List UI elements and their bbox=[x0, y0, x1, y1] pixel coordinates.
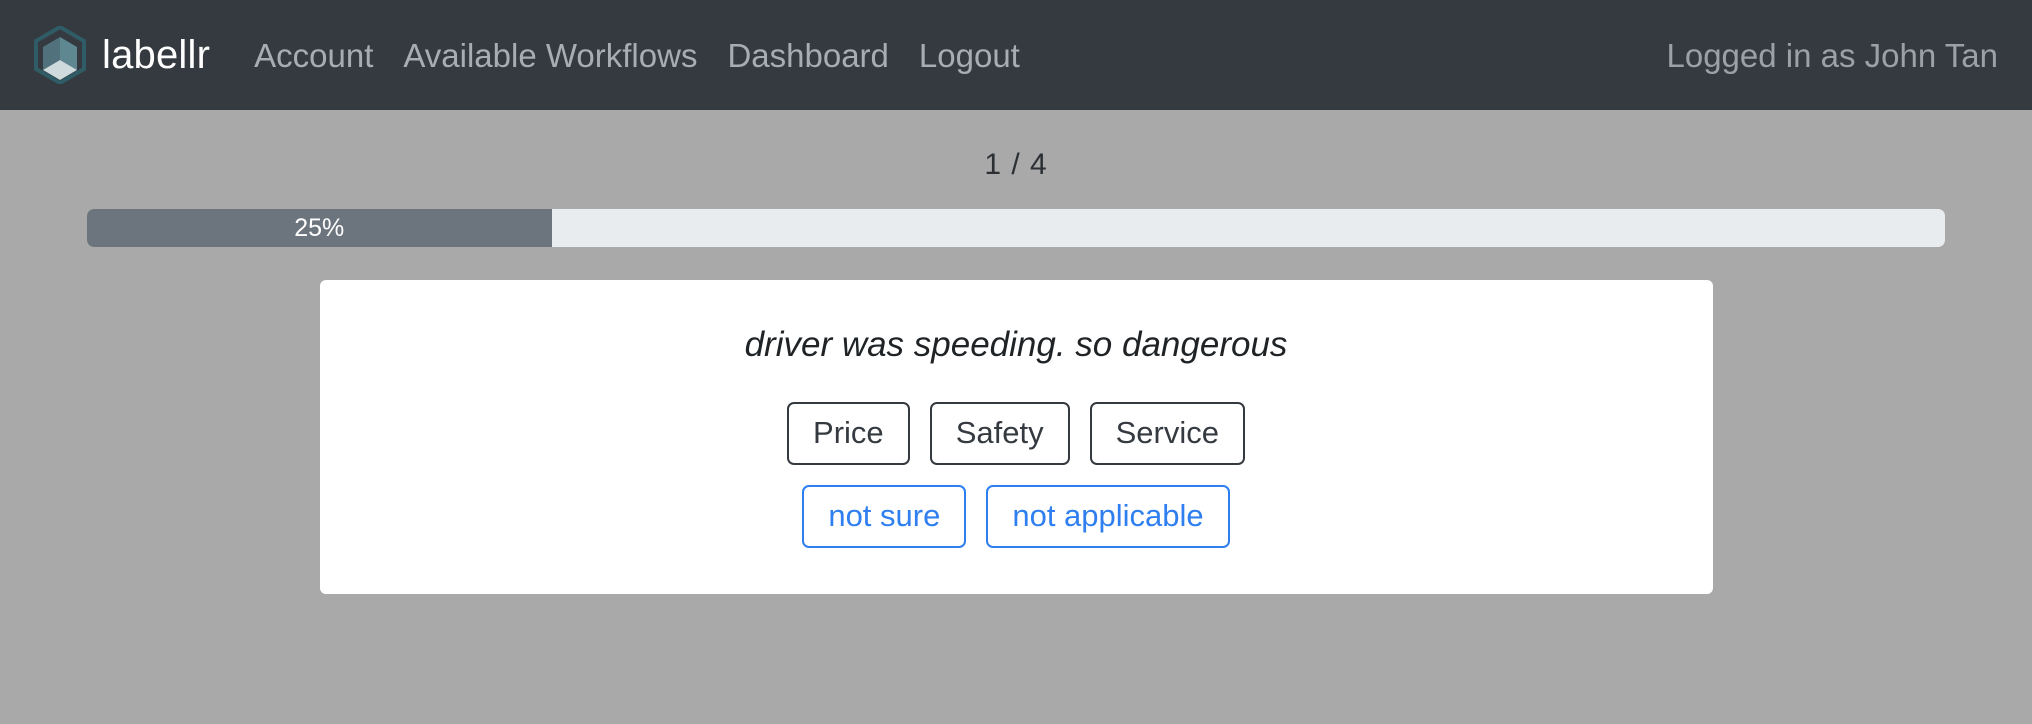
label-button-not-sure[interactable]: not sure bbox=[802, 485, 967, 548]
nav-item: Logout bbox=[919, 39, 1020, 72]
nav-link-available-workflows[interactable]: Available Workflows bbox=[403, 37, 697, 74]
label-button-not-applicable[interactable]: not applicable bbox=[986, 485, 1230, 548]
label-button-row: Price Safety Service bbox=[350, 402, 1683, 465]
nav-item: Dashboard bbox=[727, 39, 888, 72]
nav-link-dashboard[interactable]: Dashboard bbox=[727, 37, 888, 74]
logged-in-user-status: Logged in as John Tan bbox=[1666, 36, 1999, 74]
top-navbar: labellr Account Available Workflows Dash… bbox=[0, 0, 2032, 110]
nav-links: Account Available Workflows Dashboard Lo… bbox=[254, 39, 1020, 72]
navbar-right: Logged in as John Tan bbox=[1667, 39, 1999, 72]
brand-link[interactable]: labellr bbox=[34, 26, 210, 84]
nav-item: Available Workflows bbox=[403, 39, 697, 72]
label-button-price[interactable]: Price bbox=[787, 402, 910, 465]
progress-bar-track: 25% bbox=[87, 209, 1945, 247]
item-counter: 1 / 4 bbox=[984, 148, 1048, 181]
label-button-service[interactable]: Service bbox=[1089, 402, 1245, 465]
nav-item: Account bbox=[254, 39, 373, 72]
labelling-card: driver was speeding. so dangerous Price … bbox=[319, 280, 1713, 594]
question-text: driver was speeding. so dangerous bbox=[744, 325, 1288, 364]
main-content: 1 / 4 25% driver was speeding. so danger… bbox=[0, 110, 2032, 594]
fallback-button-row: not sure not applicable bbox=[350, 485, 1683, 548]
progress-bar-fill: 25% bbox=[87, 209, 552, 247]
label-button-safety[interactable]: Safety bbox=[929, 402, 1070, 465]
cube-logo-icon bbox=[34, 26, 86, 84]
nav-link-logout[interactable]: Logout bbox=[919, 37, 1020, 74]
nav-link-account[interactable]: Account bbox=[254, 37, 373, 74]
brand-name: labellr bbox=[102, 33, 211, 77]
